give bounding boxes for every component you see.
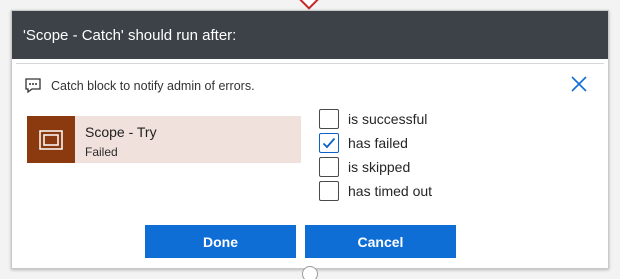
close-icon[interactable] [568, 73, 590, 95]
connector-circle-icon [302, 266, 318, 279]
done-button[interactable]: Done [145, 225, 296, 258]
action-card: Scope - Try Failed [27, 116, 301, 163]
action-status: Failed [85, 145, 118, 159]
condition-has-failed[interactable]: has failed [319, 131, 432, 155]
condition-label: has failed [348, 135, 408, 151]
header-divider [16, 63, 604, 64]
cancel-button[interactable]: Cancel [305, 225, 456, 258]
condition-is-skipped[interactable]: is skipped [319, 155, 432, 179]
checkbox-unchecked[interactable] [319, 157, 339, 177]
condition-has-timed-out[interactable]: has timed out [319, 179, 432, 203]
condition-label: is skipped [348, 159, 411, 175]
run-after-conditions: is successful has failed is skipped has … [319, 107, 432, 203]
description-text: Catch block to notify admin of errors. [51, 79, 255, 93]
action-icon-box [27, 116, 75, 163]
checkbox-unchecked[interactable] [319, 181, 339, 201]
scope-icon [39, 129, 63, 150]
checkbox-checked[interactable] [319, 133, 339, 153]
dialog-buttons: Done Cancel [145, 225, 465, 258]
comment-icon [25, 78, 41, 94]
condition-label: has timed out [348, 183, 433, 199]
condition-label: is successful [348, 111, 428, 127]
checkmark-icon [322, 137, 336, 149]
run-after-dialog: 'Scope - Catch' should run after: Catch … [11, 10, 609, 269]
checkbox-unchecked[interactable] [319, 109, 339, 129]
description-row: Catch block to notify admin of errors. [24, 75, 596, 97]
action-name: Scope - Try [85, 124, 157, 140]
flow-canvas: 'Scope - Catch' should run after: Catch … [0, 0, 620, 279]
condition-is-successful[interactable]: is successful [319, 107, 432, 131]
connector-diamond-icon [296, 0, 322, 10]
dialog-title: 'Scope - Catch' should run after: [23, 26, 237, 44]
dialog-header: 'Scope - Catch' should run after: [12, 11, 608, 59]
